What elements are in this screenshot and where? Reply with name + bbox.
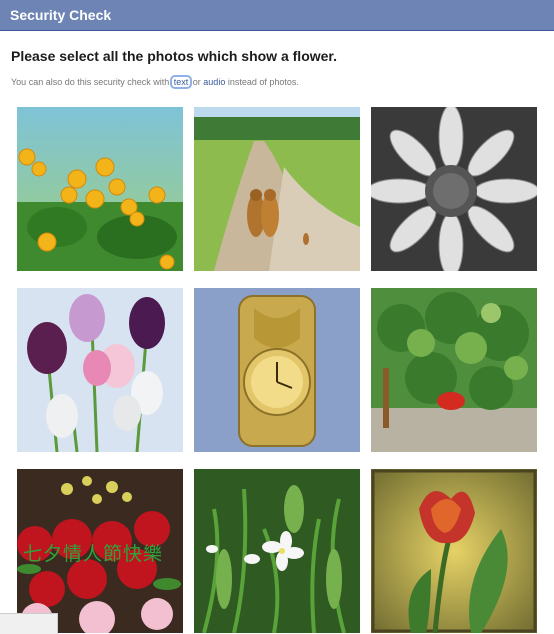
audio-option-link[interactable]: audio (203, 77, 225, 87)
photo-tile-bw-flower[interactable] (371, 107, 537, 271)
text-option-link[interactable]: text (169, 75, 193, 89)
bottom-panel-tab (0, 613, 58, 634)
photo-tile-yellow-flowers[interactable] (17, 107, 183, 271)
dialog-title: Security Check (10, 7, 112, 23)
captcha-instruction: Please select all the photos which show … (11, 48, 337, 64)
alternative-options-text: You can also do this security check with… (11, 75, 299, 89)
rose-bouquet-overlay-text: 七夕情人節快樂 (23, 543, 164, 565)
alt-prefix: You can also do this security check with (11, 77, 172, 87)
alt-or: or (190, 77, 204, 87)
dialog-titlebar: Security Check (0, 0, 554, 31)
photo-tile-rose-bouquet[interactable]: 七夕情人節快樂 (17, 469, 183, 633)
photo-tile-white-flowers[interactable] (194, 469, 360, 633)
alt-suffix: instead of photos. (225, 77, 299, 87)
photo-tile-pocket-watch[interactable] (194, 288, 360, 452)
photo-tile-tulips[interactable] (17, 288, 183, 452)
photo-tile-tomato-plant[interactable] (371, 288, 537, 452)
photo-tile-dogs-road[interactable] (194, 107, 360, 271)
photo-tile-tulip-painting[interactable] (371, 469, 537, 633)
